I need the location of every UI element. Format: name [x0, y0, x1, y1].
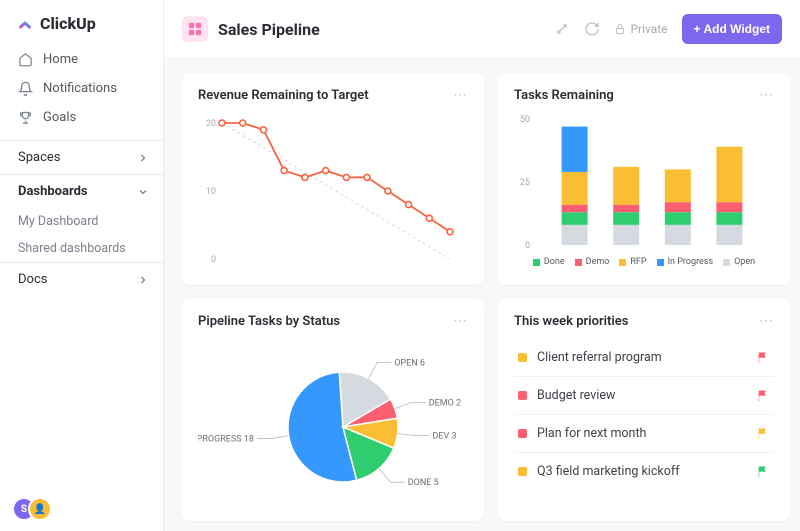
flag-icon: [756, 351, 770, 365]
card-pipeline-status: Pipeline Tasks by Status ⋯ IN PROGRESS 1…: [182, 299, 484, 521]
card-title: Tasks Remaining: [514, 88, 614, 103]
svg-text:DEMO 2: DEMO 2: [429, 398, 461, 408]
revenue-line-chart: 0 10 20: [198, 113, 458, 273]
bell-icon: [18, 81, 33, 96]
priority-item[interactable]: Client referral program: [514, 339, 774, 377]
svg-text:DONE 5: DONE 5: [408, 478, 439, 488]
svg-text:25: 25: [520, 178, 530, 188]
clickup-logo-icon: [16, 15, 34, 33]
tasks-bar-chart: 0 25 50: [514, 113, 774, 253]
chevron-down-icon: [137, 186, 149, 198]
dashboard-content: Revenue Remaining to Target ⋯ 0 10 20 Task…: [164, 59, 800, 531]
flag-icon: [756, 389, 770, 403]
chart-legend: Done Demo RFP In Progress Open: [514, 257, 774, 267]
svg-text:IN PROGRESS 18: IN PROGRESS 18: [198, 435, 254, 445]
topbar: Sales Pipeline Private + Add Widget: [164, 0, 800, 59]
legend-item: Done: [533, 257, 565, 267]
svg-text:20: 20: [206, 119, 216, 129]
legend-item: Demo: [575, 257, 610, 267]
priority-item[interactable]: Budget review: [514, 377, 774, 415]
card-menu-icon[interactable]: ⋯: [453, 313, 468, 329]
card-title: Revenue Remaining to Target: [198, 88, 369, 103]
legend-item: Open: [723, 257, 755, 267]
section-docs[interactable]: Docs: [0, 262, 163, 296]
priorities-list: Client referral program Budget review Plan…: [514, 339, 774, 490]
card-title: This week priorities: [514, 314, 628, 329]
nav-item-goals[interactable]: Goals: [0, 103, 163, 132]
topbar-actions: Private + Add Widget: [554, 14, 782, 44]
svg-text:0: 0: [525, 241, 530, 251]
priority-label: Client referral program: [537, 350, 662, 365]
chevron-right-icon: [137, 274, 149, 286]
page-title: Sales Pipeline: [218, 20, 320, 39]
status-color-icon: [518, 391, 527, 400]
section-label: Docs: [18, 272, 47, 287]
nav-item-notifications[interactable]: Notifications: [0, 74, 163, 103]
status-color-icon: [518, 429, 527, 438]
svg-text:10: 10: [206, 187, 216, 197]
refresh-icon[interactable]: [584, 21, 600, 37]
status-color-icon: [518, 353, 527, 362]
section-dashboards[interactable]: Dashboards: [0, 174, 163, 208]
card-revenue: Revenue Remaining to Target ⋯ 0 10 20: [182, 73, 484, 285]
svg-text:50: 50: [520, 115, 530, 125]
svg-text:0: 0: [211, 255, 216, 265]
expand-icon[interactable]: [554, 21, 570, 37]
nav-item-home[interactable]: Home: [0, 45, 163, 74]
sidebar-item-shared-dashboards[interactable]: Shared dashboards: [0, 235, 163, 262]
lock-icon: [614, 23, 626, 35]
privacy-indicator[interactable]: Private: [614, 22, 667, 36]
svg-text:DEV 3: DEV 3: [432, 432, 456, 442]
user-avatars[interactable]: S 👤: [12, 497, 52, 521]
section-spaces[interactable]: Spaces: [0, 140, 163, 174]
priority-label: Budget review: [537, 388, 615, 403]
nav-label: Home: [43, 52, 78, 67]
flag-icon: [756, 465, 770, 479]
card-menu-icon[interactable]: ⋯: [759, 313, 774, 329]
brand-name: ClickUp: [40, 14, 96, 33]
sidebar: ClickUp Home Notifications Goals Spaces …: [0, 0, 164, 531]
dashboard-icon: [182, 16, 208, 42]
nav-label: Notifications: [43, 81, 117, 96]
status-color-icon: [518, 467, 527, 476]
section-label: Spaces: [18, 150, 61, 165]
priority-item[interactable]: Q3 field marketing kickoff: [514, 453, 774, 490]
main: Sales Pipeline Private + Add Widget Reve…: [164, 0, 800, 531]
add-widget-button[interactable]: + Add Widget: [682, 14, 782, 44]
brand-logo[interactable]: ClickUp: [0, 0, 163, 45]
privacy-label: Private: [630, 22, 667, 36]
card-menu-icon[interactable]: ⋯: [759, 87, 774, 103]
nav-primary: Home Notifications Goals: [0, 45, 163, 140]
sidebar-item-my-dashboard[interactable]: My Dashboard: [0, 208, 163, 235]
chevron-right-icon: [137, 152, 149, 164]
svg-text:OPEN 6: OPEN 6: [394, 359, 425, 369]
card-priorities: This week priorities ⋯ Client referral p…: [498, 299, 790, 521]
flag-icon: [756, 427, 770, 441]
avatar[interactable]: 👤: [28, 497, 52, 521]
legend-item: RFP: [619, 257, 646, 267]
card-tasks-remaining: Tasks Remaining ⋯ 0 25 50 Done Demo RFP In Pr…: [498, 73, 790, 285]
priority-label: Plan for next month: [537, 426, 646, 441]
nav-label: Goals: [43, 110, 76, 125]
priority-item[interactable]: Plan for next month: [514, 415, 774, 453]
section-label: Dashboards: [18, 184, 88, 199]
legend-item: In Progress: [657, 257, 714, 267]
pipeline-pie-chart: IN PROGRESS 18 OPEN 6 DEMO 2 DEV 3 DONE 5: [198, 339, 468, 509]
trophy-icon: [18, 110, 33, 125]
card-menu-icon[interactable]: ⋯: [453, 87, 468, 103]
priority-label: Q3 field marketing kickoff: [537, 464, 680, 479]
card-title: Pipeline Tasks by Status: [198, 314, 340, 329]
home-icon: [18, 52, 33, 67]
